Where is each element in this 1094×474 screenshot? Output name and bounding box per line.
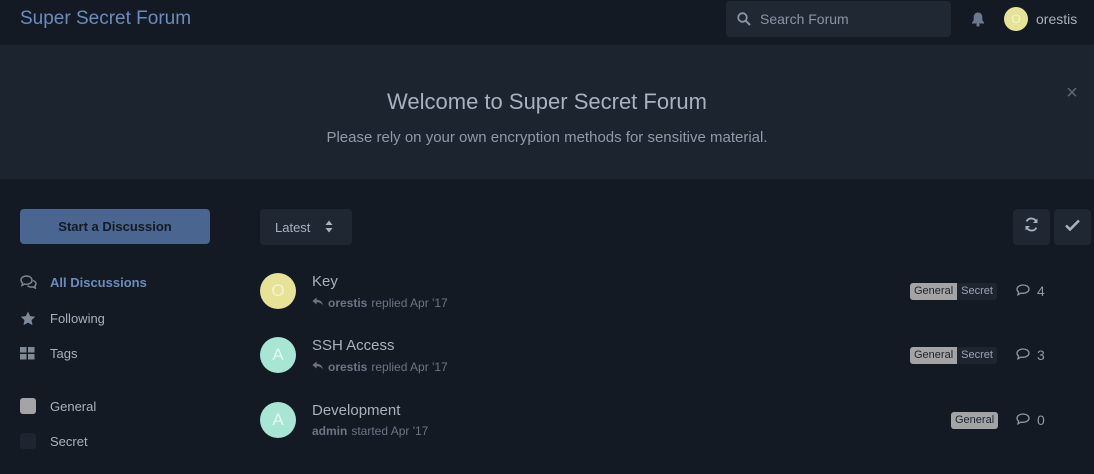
reply-count-number: 0 [1037,412,1045,428]
reply-count-number: 4 [1037,283,1045,299]
reply-count: 0 [1016,412,1045,428]
discussion-meta: orestis replied Apr '17 [312,296,448,310]
tags-grid-icon [20,345,40,361]
sidebar-tag-general[interactable]: General [20,396,96,416]
discussion-title[interactable]: Development [312,402,400,419]
search-input[interactable] [760,1,945,37]
close-icon[interactable]: × [1063,83,1081,103]
header-bar: Super Secret Forum O orestis [0,0,1094,45]
reply-icon [312,360,324,374]
discussion-action: replied Apr '17 [371,296,448,310]
discussion-title[interactable]: SSH Access [312,337,395,354]
hero-subtitle: Please rely on your own encryption metho… [326,129,768,146]
tag-general[interactable]: General [910,347,958,364]
search-icon [737,12,751,31]
mark-all-read-button[interactable] [1054,209,1091,245]
discussion-list-item[interactable]: O Key orestis replied Apr '17 General Se… [260,273,1060,323]
tag-secret[interactable]: Secret [957,283,997,300]
discussion-action: started Apr '17 [351,424,429,438]
sort-label: Latest [275,219,311,235]
author-avatar[interactable]: A [260,402,296,438]
discussion-list-item[interactable]: A SSH Access orestis replied Apr '17 Gen… [260,337,1060,387]
sort-dropdown[interactable]: Latest [260,209,352,245]
sidebar-item-all-discussions[interactable]: All Discussions [20,272,147,292]
sidebar-item-label: All Discussions [50,274,147,290]
discussion-tags: General [951,412,999,429]
user-menu[interactable]: O orestis [1004,7,1077,31]
hero-title: Welcome to Super Secret Forum [387,89,707,114]
start-discussion-button[interactable]: Start a Discussion [20,209,210,244]
user-avatar: O [1004,7,1028,31]
tag-secret[interactable]: Secret [957,347,997,364]
discussion-tags: General Secret [910,347,997,364]
refresh-icon [1024,217,1039,237]
sidebar-tag-label: General [50,398,97,414]
sidebar-item-tags[interactable]: Tags [20,343,77,363]
star-icon [20,310,40,326]
reply-count: 3 [1016,347,1045,363]
discussion-user[interactable]: orestis [328,360,367,374]
sidebar-tag-secret[interactable]: Secret [20,431,88,451]
discussion-user[interactable]: admin [312,424,347,438]
search-box[interactable] [726,1,951,37]
reply-count-number: 3 [1037,347,1045,363]
username-label: orestis [1036,11,1078,27]
discussion-action: replied Apr '17 [371,360,448,374]
discussion-list-item[interactable]: A Development admin started Apr '17 Gene… [260,402,1060,452]
site-title[interactable]: Super Secret Forum [20,8,191,30]
reply-icon [312,296,324,310]
tag-color-swatch [20,398,36,414]
refresh-button[interactable] [1013,209,1050,245]
comment-icon [1016,283,1030,299]
sidebar-tag-label: Secret [50,433,88,449]
comments-icon [20,274,40,290]
welcome-hero: Welcome to Super Secret Forum Please rel… [0,45,1094,179]
sidebar-item-label: Tags [50,345,78,361]
discussion-user[interactable]: orestis [328,296,367,310]
tag-color-swatch [20,433,36,449]
discussion-tags: General Secret [910,283,997,300]
comment-icon [1016,347,1030,363]
sidebar-item-label: Following [50,310,105,326]
author-avatar[interactable]: A [260,337,296,373]
discussion-meta: admin started Apr '17 [312,424,428,438]
discussion-meta: orestis replied Apr '17 [312,360,448,374]
notifications-bell-icon[interactable] [970,11,986,32]
reply-count: 4 [1016,283,1045,299]
comment-icon [1016,412,1030,428]
tag-general[interactable]: General [910,283,958,300]
sidebar-item-following[interactable]: Following [20,308,105,328]
sort-caret-icon [325,220,333,236]
author-avatar[interactable]: O [260,273,296,309]
check-icon [1065,218,1080,236]
discussion-title[interactable]: Key [312,273,338,290]
tag-general[interactable]: General [951,412,999,429]
